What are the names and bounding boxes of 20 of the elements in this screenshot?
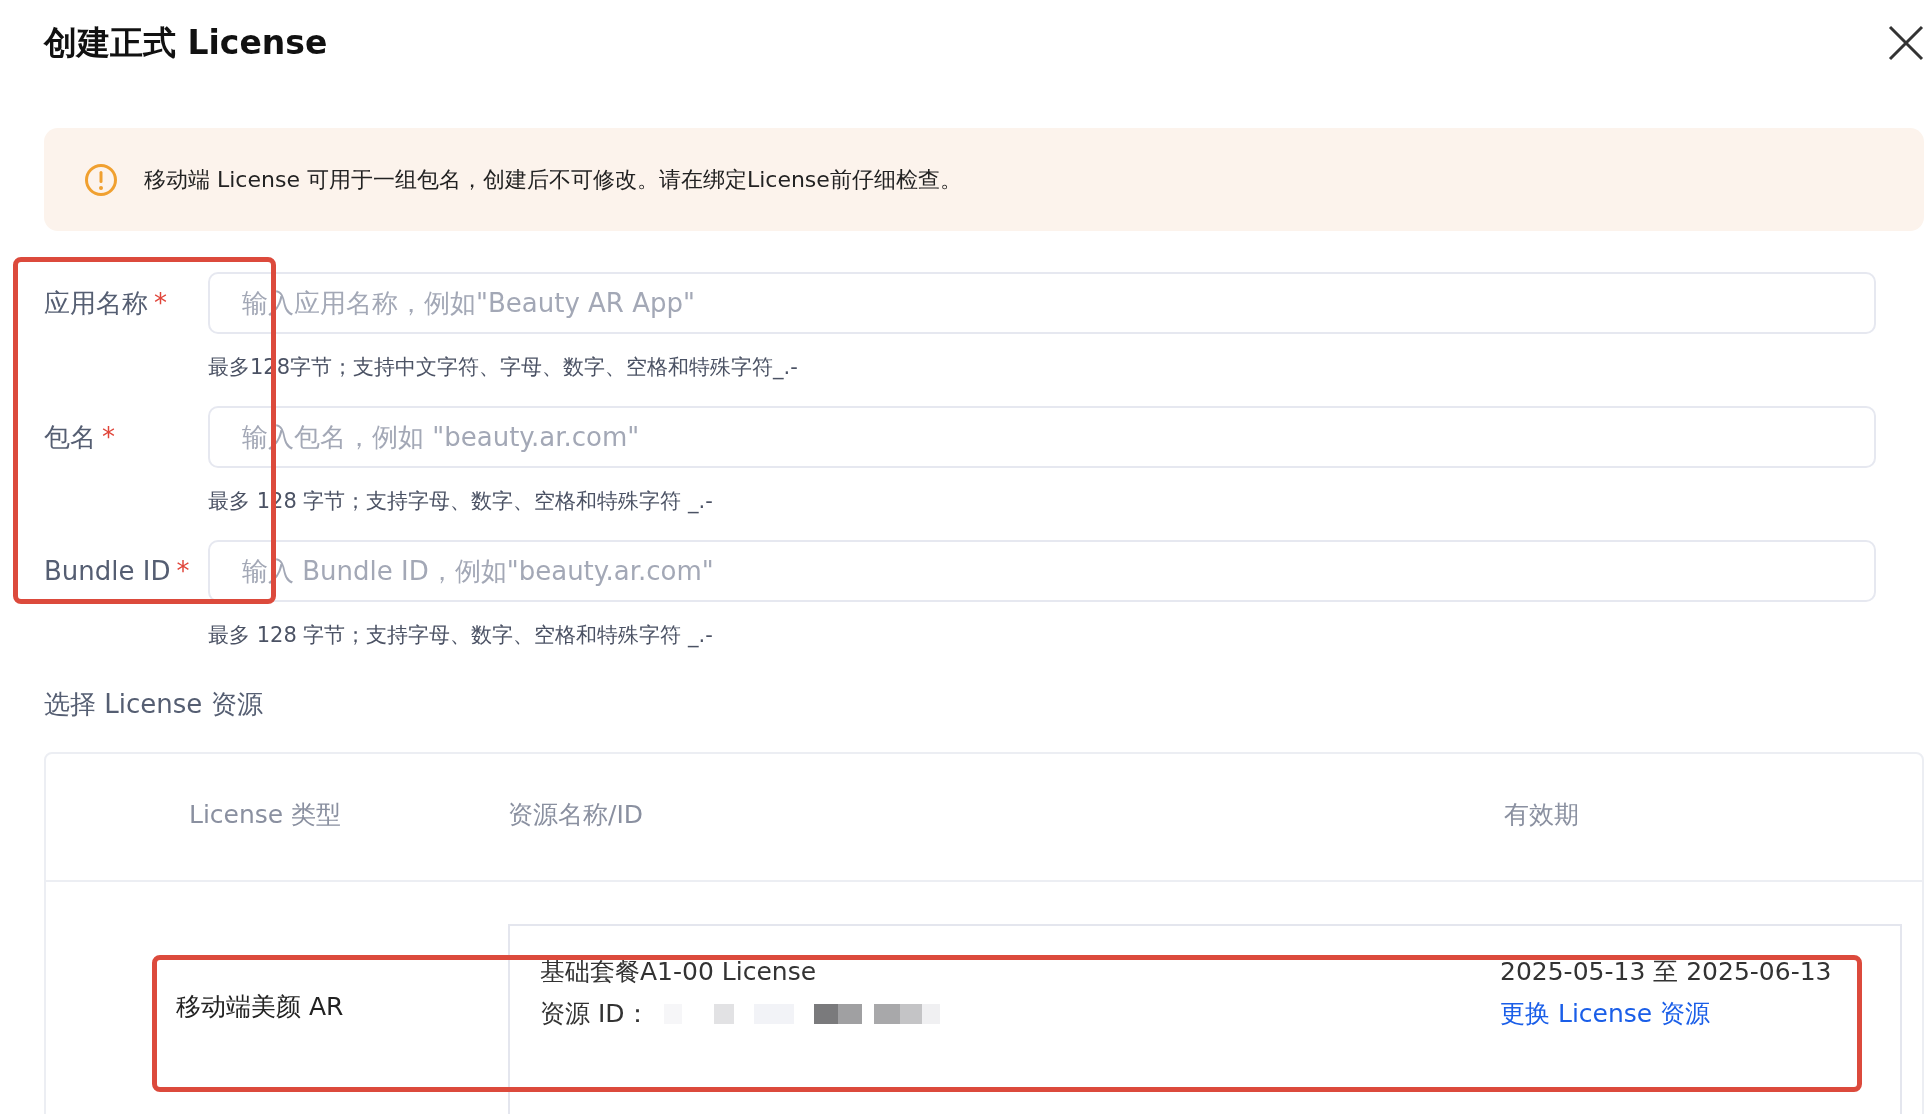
- close-icon[interactable]: [1888, 25, 1924, 61]
- change-resource-link[interactable]: 更换 License 资源: [1500, 998, 1900, 1030]
- column-header: 有效期: [1504, 799, 1579, 831]
- resource-name: 基础套餐A1-00 License: [540, 956, 818, 988]
- validity-period: 2025-05-13 至 2025-06-13: [1500, 956, 1833, 988]
- column-header: 资源名称/ID: [508, 799, 644, 831]
- column-header: License 类型: [189, 799, 342, 831]
- table-cell: 移动端美颜 AR: [176, 992, 344, 1021]
- field-label: 应用名称: [44, 286, 148, 320]
- field-label: 包名: [44, 420, 96, 454]
- required-mark: *: [102, 422, 115, 452]
- required-mark: *: [154, 288, 167, 318]
- warning-text: 移动端 License 可用于一组包名，创建后不可修改。请在绑定License前仔细检查。: [144, 165, 962, 194]
- resource-id-label: 资源 ID：: [540, 998, 650, 1030]
- required-mark: *: [176, 556, 190, 586]
- dialog-title: 创建正式 License: [44, 21, 328, 64]
- section-title: 选择 License 资源: [44, 688, 264, 721]
- warning-icon: [84, 162, 118, 197]
- field-label: Bundle ID: [44, 556, 171, 586]
- help-text: 最多 128 字节；支持字母、数字、空格和特殊字符 _.-: [208, 622, 714, 650]
